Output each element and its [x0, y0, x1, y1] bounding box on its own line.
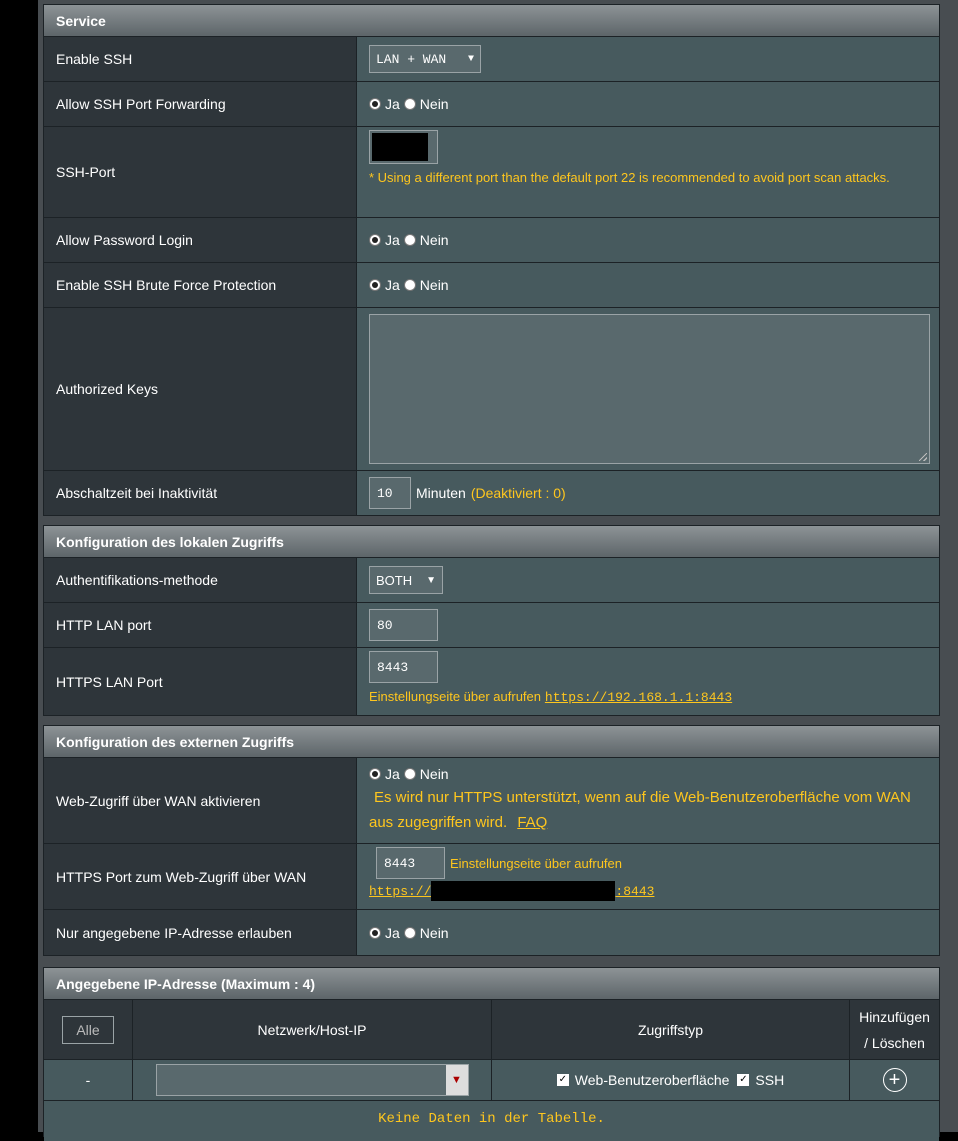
https-wan-link[interactable]: https:// :8443 — [369, 879, 939, 903]
local-access-header: Konfiguration des lokalen Zugriffs — [44, 526, 939, 558]
ip-table-header: Angegebene IP-Adresse (Maximum : 4) — [44, 968, 939, 1000]
ssh-port-label: SSH-Port — [44, 127, 357, 217]
faq-link[interactable]: FAQ — [517, 814, 547, 831]
resize-grip-icon[interactable] — [919, 453, 927, 461]
network-ip-input[interactable]: ▼ — [155, 1064, 469, 1096]
enable-ssh-select[interactable]: LAN + WAN ▼ — [369, 45, 481, 73]
brute-force-row: Enable SSH Brute Force Protection Ja Nei… — [44, 263, 939, 308]
https-lan-port-input[interactable]: 8443 — [369, 651, 438, 683]
col-network: Netzwerk/Host-IP — [133, 1000, 492, 1059]
ssh-port-forwarding-no-radio[interactable]: Nein — [403, 96, 449, 112]
only-ip-row: Nur angegebene IP-Adresse erlauben Ja Ne… — [44, 910, 939, 955]
https-wan-port-input[interactable]: 8443 — [376, 847, 445, 879]
ip-table-section: Angegebene IP-Adresse (Maximum : 4) Alle… — [43, 967, 940, 1141]
ssh-checkbox[interactable]: ✓ — [737, 1074, 750, 1086]
chevron-down-icon: ▼ — [467, 53, 474, 65]
https-wan-port-note: Einstellungseite über aufrufen — [450, 855, 623, 871]
https-lan-port-label: HTTPS LAN Port — [44, 648, 357, 715]
ssh-port-note: * Using a different port than the defaul… — [369, 170, 890, 185]
ssh-port-input[interactable] — [369, 130, 438, 164]
brute-force-yes-radio[interactable]: Ja — [369, 277, 400, 293]
authorized-keys-textarea[interactable] — [369, 314, 930, 464]
http-lan-port-value: 80 — [377, 617, 393, 633]
brute-force-no-radio[interactable]: Nein — [403, 277, 449, 293]
external-access-header: Konfiguration des externen Zugriffs — [44, 726, 939, 758]
redacted-block — [431, 881, 616, 901]
authorized-keys-row: Authorized Keys — [44, 308, 939, 471]
idle-timeout-hint: (Deaktiviert : 0) — [470, 484, 566, 501]
enable-ssh-row: Enable SSH LAN + WAN ▼ — [44, 37, 939, 82]
web-wan-row: Web-Zugriff über WAN aktivieren Ja Nein … — [44, 758, 939, 844]
brute-force-label: Enable SSH Brute Force Protection — [44, 263, 357, 307]
https-lan-port-value: 8443 — [377, 659, 409, 675]
col-access-type: Zugriffstyp — [492, 1000, 850, 1059]
idle-timeout-unit: Minuten — [416, 485, 466, 501]
ip-table-input-row: - ▼ ✓ Web-Benutzeroberfläche ✓ SSH + — [44, 1060, 939, 1101]
ssh-port-row: SSH-Port * Using a different port than t… — [44, 127, 939, 218]
ssh-label: SSH — [755, 1072, 785, 1088]
web-wan-yes-radio[interactable]: Ja — [369, 766, 400, 782]
ip-table-column-headers: Alle Netzwerk/Host-IP Zugriffstyp Hinzuf… — [44, 1000, 939, 1060]
ssh-port-forwarding-label: Allow SSH Port Forwarding — [44, 82, 357, 126]
service-section: Service Enable SSH LAN + WAN ▼ Allow SSH… — [43, 4, 940, 516]
password-login-no-radio[interactable]: Nein — [403, 232, 449, 248]
only-ip-yes-radio[interactable]: Ja — [369, 925, 400, 941]
all-button[interactable]: Alle — [62, 1015, 114, 1044]
https-lan-port-row: HTTPS LAN Port 8443 Einstellungseite übe… — [44, 648, 939, 715]
enable-ssh-label: Enable SSH — [44, 37, 357, 81]
https-lan-port-link[interactable]: https://192.168.1.1:8443 — [545, 690, 732, 705]
http-lan-port-row: HTTP LAN port 80 — [44, 603, 939, 648]
password-login-yes-radio[interactable]: Ja — [369, 232, 400, 248]
https-wan-port-value: 8443 — [384, 855, 416, 871]
auth-method-select[interactable]: BOTH ▼ — [369, 566, 443, 594]
https-wan-link-suffix: :8443 — [615, 883, 655, 899]
chevron-down-icon: ▼ — [426, 574, 436, 586]
only-ip-label: Nur angegebene IP-Adresse erlauben — [44, 910, 357, 955]
only-ip-no-radio[interactable]: Nein — [403, 925, 449, 941]
col-add-line2: / Löschen — [864, 1034, 925, 1051]
row-dash: - — [44, 1060, 133, 1100]
web-ui-checkbox[interactable]: ✓ — [556, 1074, 569, 1086]
https-lan-port-note: Einstellungseite über aufrufen — [369, 689, 542, 704]
web-ui-label: Web-Benutzeroberfläche — [574, 1072, 730, 1088]
external-access-section: Konfiguration des externen Zugriffs Web-… — [43, 725, 940, 956]
col-add-line1: Hinzufügen — [859, 1008, 930, 1025]
dropdown-arrow-icon[interactable]: ▼ — [445, 1065, 468, 1095]
idle-timeout-label: Abschaltzeit bei Inaktivität — [44, 471, 357, 515]
web-wan-note: Es wird nur HTTPS unterstützt, wenn auf … — [369, 789, 911, 831]
idle-timeout-row: Abschaltzeit bei Inaktivität 10 Minuten … — [44, 471, 939, 515]
https-wan-port-row: HTTPS Port zum Web-Zugriff über WAN 8443… — [44, 844, 939, 910]
auth-method-value: BOTH — [376, 572, 413, 588]
http-lan-port-label: HTTP LAN port — [44, 603, 357, 647]
ssh-port-forwarding-yes-radio[interactable]: Ja — [369, 96, 400, 112]
http-lan-port-input[interactable]: 80 — [369, 609, 438, 641]
https-wan-port-label: HTTPS Port zum Web-Zugriff über WAN — [44, 844, 357, 909]
service-header: Service — [44, 5, 939, 37]
idle-timeout-input[interactable]: 10 — [369, 477, 411, 509]
auth-method-label: Authentifikations-methode — [44, 558, 357, 602]
empty-table-message: Keine Daten in der Tabelle. — [44, 1101, 939, 1141]
ssh-port-forwarding-row: Allow SSH Port Forwarding Ja Nein — [44, 82, 939, 127]
password-login-row: Allow Password Login Ja Nein — [44, 218, 939, 263]
web-wan-label: Web-Zugriff über WAN aktivieren — [44, 758, 357, 843]
authorized-keys-label: Authorized Keys — [44, 308, 357, 470]
enable-ssh-value: LAN + WAN — [376, 51, 447, 67]
add-icon[interactable]: + — [882, 1068, 907, 1092]
local-access-section: Konfiguration des lokalen Zugriffs Authe… — [43, 525, 940, 716]
redacted-block — [372, 133, 428, 161]
auth-method-row: Authentifikations-methode BOTH ▼ — [44, 558, 939, 603]
https-wan-link-prefix: https:// — [369, 883, 432, 899]
idle-timeout-value: 10 — [377, 485, 393, 501]
password-login-label: Allow Password Login — [44, 218, 357, 262]
web-wan-no-radio[interactable]: Nein — [403, 766, 449, 782]
